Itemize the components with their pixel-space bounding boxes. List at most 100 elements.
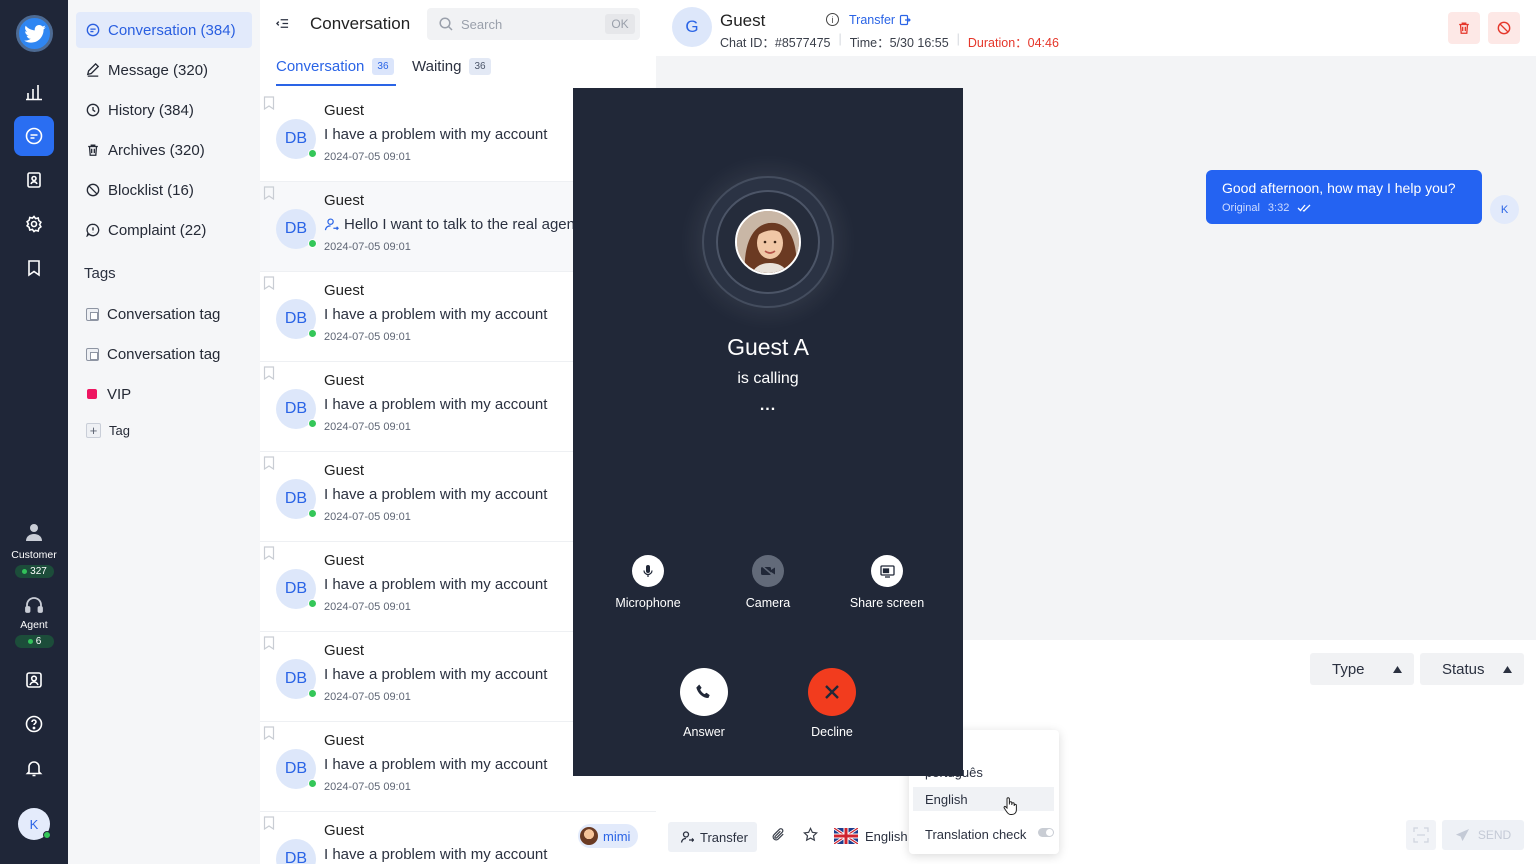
message-time: 2024-07-05 09:01 xyxy=(324,421,411,433)
bookmarks-button[interactable] xyxy=(14,248,54,288)
sidebar-item-complaint[interactable]: Complaint (22) xyxy=(76,212,252,248)
trash-icon xyxy=(88,144,98,156)
share-screen-button[interactable]: Share screen xyxy=(837,555,937,610)
caller-name: Guest A xyxy=(727,334,809,360)
chat-header: G Guest i Transfer Chat ID：#8577475 | Tim… xyxy=(656,0,1536,56)
message-time: 2024-07-05 09:01 xyxy=(324,601,411,613)
chat-duration: Duration：04:46 xyxy=(967,36,1059,50)
bookmark-icon[interactable] xyxy=(263,276,275,290)
chat-bubble-icon xyxy=(86,23,100,37)
contact-avatar: DB xyxy=(276,119,317,159)
answer-button[interactable]: Answer xyxy=(654,668,754,739)
caller-photo xyxy=(735,209,801,275)
transfer-link[interactable]: Transfer xyxy=(849,13,911,27)
tag-item-conversation-1[interactable]: Conversation tag xyxy=(76,296,252,332)
contact-avatar: DB xyxy=(276,299,317,339)
agent-message-bubble: Good afternoon, how may I help you? Orig… xyxy=(1206,170,1482,224)
contact-name: Guest xyxy=(324,552,365,569)
settings-button[interactable] xyxy=(14,204,54,244)
chat-id: Chat ID：#8577475 xyxy=(720,36,831,50)
attach-icon[interactable] xyxy=(771,827,786,842)
contact-avatar: DB xyxy=(276,479,317,519)
conversation-row[interactable]: DB Guest I have a problem with my accoun… xyxy=(260,812,656,864)
list-title: Conversation xyxy=(310,14,411,33)
search-ok-button[interactable]: OK xyxy=(605,14,635,34)
tags-heading: Tags xyxy=(84,265,116,282)
camera-off-icon xyxy=(760,564,776,578)
last-message: I have a problem with my account xyxy=(324,396,548,413)
sidebar-item-history[interactable]: History (384) xyxy=(76,92,252,128)
profile-button[interactable] xyxy=(14,660,54,700)
send-button[interactable]: SEND xyxy=(1442,820,1524,850)
conversations-button[interactable] xyxy=(14,116,54,156)
transfer-button[interactable]: Transfer xyxy=(668,822,757,852)
help-button[interactable] xyxy=(14,704,54,744)
last-message: I have a problem with my account xyxy=(324,846,548,863)
sidebar-item-conversation[interactable]: Conversation (384) xyxy=(76,12,252,48)
info-icon[interactable]: i xyxy=(826,13,839,26)
user-avatar[interactable]: K xyxy=(18,808,51,840)
dashboard-button[interactable] xyxy=(14,72,54,112)
uk-flag-icon xyxy=(834,828,858,844)
help-icon xyxy=(25,715,43,733)
tag-item-conversation-2[interactable]: Conversation tag xyxy=(76,336,252,372)
type-dropdown[interactable]: Type xyxy=(1310,653,1414,685)
contacts-button[interactable] xyxy=(14,160,54,200)
assigned-agent-chip[interactable]: mimi xyxy=(578,824,639,848)
sidebar-item-archives[interactable]: Archives (320) xyxy=(76,132,252,168)
contact-avatar: DB xyxy=(276,209,317,249)
scan-icon xyxy=(1413,827,1429,843)
collapse-panel-icon[interactable] xyxy=(276,17,289,30)
caller-avatar-ring xyxy=(702,176,834,308)
tab-waiting[interactable]: Waiting 36 xyxy=(412,58,491,75)
agent-count-badge: 6 xyxy=(15,635,54,648)
contact-name: Guest xyxy=(324,732,365,749)
app-logo-icon xyxy=(16,15,53,52)
bookmark-icon[interactable] xyxy=(263,816,275,830)
decline-button[interactable]: Decline xyxy=(782,668,882,739)
caret-up-icon xyxy=(1503,665,1512,673)
search-input[interactable]: Search OK xyxy=(427,8,640,40)
bookmark-icon[interactable] xyxy=(263,546,275,560)
contact-name: Guest xyxy=(324,192,365,209)
status-dropdown[interactable]: Status xyxy=(1420,653,1524,685)
contact-name: Guest xyxy=(324,282,365,299)
screenshot-button[interactable] xyxy=(1406,820,1436,850)
translation-check-toggle[interactable] xyxy=(1038,828,1054,837)
camera-button[interactable]: Camera xyxy=(718,555,818,610)
message-time: 2024-07-05 09:01 xyxy=(324,691,411,703)
tab-count-badge: 36 xyxy=(372,58,394,75)
last-message: I have a problem with my account xyxy=(324,486,548,503)
sidebar-item-message[interactable]: Message (320) xyxy=(76,52,252,88)
delete-chat-button[interactable] xyxy=(1448,12,1480,44)
add-tag-button[interactable]: + Tag xyxy=(76,412,252,448)
bookmark-icon[interactable] xyxy=(263,366,275,380)
chat-meta: Chat ID：#8577475 | Time：5/30 16:55 | Durat… xyxy=(720,32,1059,50)
contact-avatar: DB xyxy=(276,839,316,864)
gear-icon xyxy=(25,215,42,233)
calling-dots: ... xyxy=(759,397,777,414)
language-selector[interactable]: English xyxy=(834,828,908,844)
microphone-button[interactable]: Microphone xyxy=(598,555,698,610)
agent-avatar xyxy=(580,827,598,845)
language-option-english[interactable]: English xyxy=(913,787,1054,811)
contact-avatar: DB xyxy=(276,569,317,609)
tag-item-vip[interactable]: VIP xyxy=(76,376,252,412)
notifications-button[interactable] xyxy=(14,748,54,788)
bookmark-icon[interactable] xyxy=(263,456,275,470)
agent-label: Agent xyxy=(20,619,48,631)
star-icon[interactable] xyxy=(803,827,818,842)
tab-conversation[interactable]: Conversation 36 xyxy=(276,58,394,75)
contact-name: Guest xyxy=(324,642,365,659)
bookmark-icon[interactable] xyxy=(263,96,275,110)
trash-icon xyxy=(1459,22,1469,34)
bookmark-icon[interactable] xyxy=(263,726,275,740)
sidebar-item-blocklist[interactable]: Blocklist (16) xyxy=(76,172,252,208)
contact-avatar: DB xyxy=(276,389,317,429)
bell-icon xyxy=(25,761,43,777)
bookmark-icon[interactable] xyxy=(263,186,275,200)
customer-label: Customer xyxy=(11,549,57,561)
share-screen-icon xyxy=(879,564,895,578)
bookmark-icon[interactable] xyxy=(263,636,275,650)
block-user-button[interactable] xyxy=(1488,12,1520,44)
